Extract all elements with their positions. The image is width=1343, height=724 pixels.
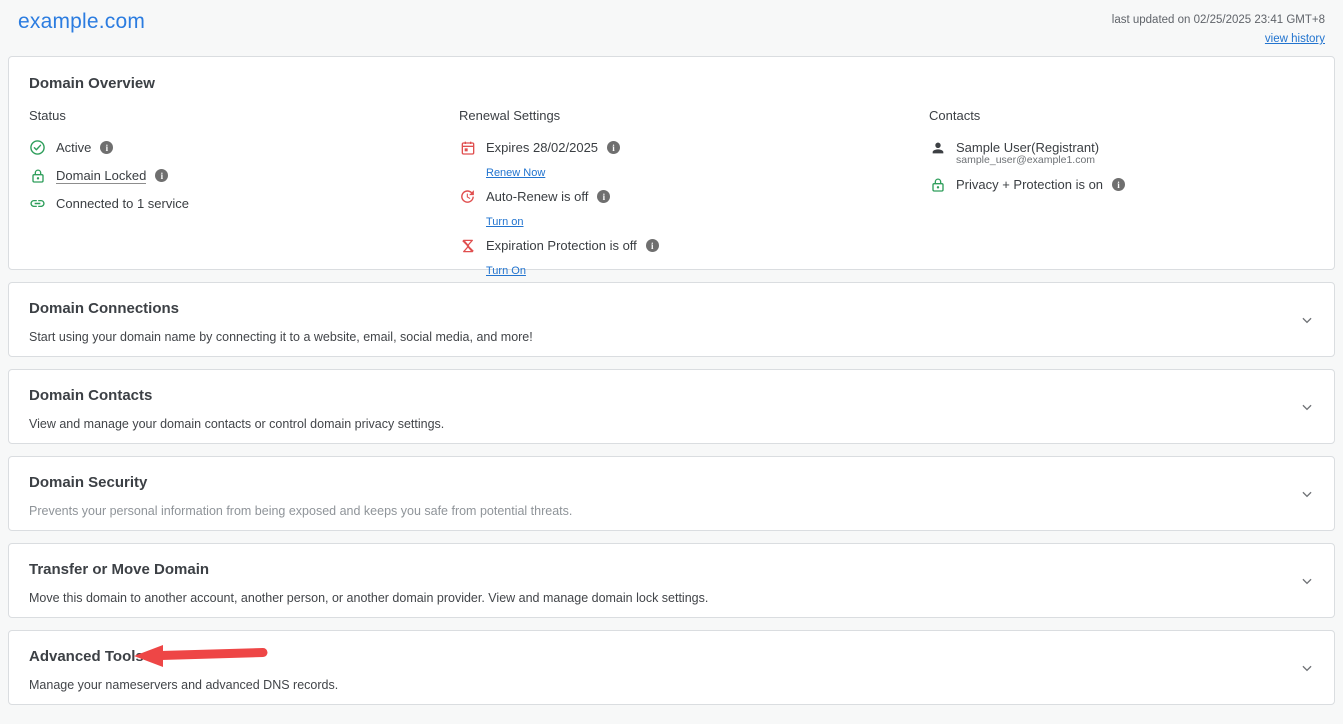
renewal-item-expiration-protection: Expiration Protection is off i — [459, 237, 929, 254]
renewal-item-expires: Expires 28/02/2025 i — [459, 139, 929, 156]
info-icon[interactable]: i — [1112, 178, 1125, 191]
person-icon — [929, 139, 946, 156]
section-description: Manage your nameservers and advanced DNS… — [29, 678, 1314, 692]
section-description: Start using your domain name by connecti… — [29, 330, 1314, 344]
link-icon — [29, 195, 46, 212]
renewal-expiration-protection-label: Expiration Protection is off — [486, 238, 637, 253]
renew-now-link[interactable]: Renew Now — [486, 167, 545, 179]
info-icon[interactable]: i — [607, 141, 620, 154]
chevron-down-icon[interactable] — [1300, 487, 1314, 501]
chevron-down-icon[interactable] — [1300, 661, 1314, 675]
status-active-label: Active — [56, 140, 91, 155]
section-description: Prevents your personal information from … — [29, 504, 1314, 518]
section-title: Domain Connections — [29, 300, 1314, 317]
registrant-email: sample_user@example1.com — [956, 154, 1314, 166]
auto-renew-icon — [459, 188, 476, 205]
section-title: Domain Security — [29, 474, 1314, 491]
contacts-column: Contacts Sample User(Registrant) sample_… — [929, 108, 1314, 286]
status-connected-label: Connected to 1 service — [56, 196, 189, 211]
renewal-expires-label: Expires 28/02/2025 — [486, 140, 598, 155]
section-domain-security[interactable]: Domain Security Prevents your personal i… — [8, 456, 1335, 531]
domain-name-title: example.com — [18, 10, 145, 56]
renewal-item-autorenew: Auto-Renew is off i — [459, 188, 929, 205]
status-item-connected: Connected to 1 service — [29, 195, 459, 212]
info-icon[interactable]: i — [155, 169, 168, 182]
section-title: Advanced Tools — [29, 648, 1314, 665]
section-description: Move this domain to another account, ano… — [29, 591, 1314, 605]
section-title: Transfer or Move Domain — [29, 561, 1314, 578]
status-item-domain-locked: Domain Locked i — [29, 167, 459, 184]
renewal-heading: Renewal Settings — [459, 108, 929, 123]
renewal-autorenew-label: Auto-Renew is off — [486, 189, 588, 204]
contact-privacy-row: Privacy + Protection is on i — [929, 176, 1314, 193]
section-title: Domain Contacts — [29, 387, 1314, 404]
hourglass-disabled-icon — [459, 237, 476, 254]
chevron-down-icon[interactable] — [1300, 313, 1314, 327]
chevron-down-icon[interactable] — [1300, 400, 1314, 414]
last-updated-text: last updated on 02/25/2025 23:41 GMT+8 — [1112, 14, 1325, 26]
turn-on-autorenew-link[interactable]: Turn on — [486, 216, 524, 228]
renewal-column: Renewal Settings Expires 28/02/2025 i Re… — [459, 108, 929, 286]
status-domain-locked-label[interactable]: Domain Locked — [56, 168, 146, 184]
lock-icon — [929, 176, 946, 193]
chevron-down-icon[interactable] — [1300, 574, 1314, 588]
page-header: example.com last updated on 02/25/2025 2… — [0, 0, 1343, 56]
domain-overview-card: Domain Overview Status Active i Domain L… — [8, 56, 1335, 270]
turn-on-expiration-link[interactable]: Turn On — [486, 265, 526, 277]
section-domain-contacts[interactable]: Domain Contacts View and manage your dom… — [8, 369, 1335, 444]
status-column: Status Active i Domain Locked i Con — [29, 108, 459, 286]
section-advanced-tools[interactable]: Advanced Tools Manage your nameservers a… — [8, 630, 1335, 705]
check-circle-icon — [29, 139, 46, 156]
calendar-icon — [459, 139, 476, 156]
lock-icon — [29, 167, 46, 184]
info-icon[interactable]: i — [597, 190, 610, 203]
section-description: View and manage your domain contacts or … — [29, 417, 1314, 431]
privacy-protection-label: Privacy + Protection is on — [956, 177, 1103, 192]
status-item-active: Active i — [29, 139, 459, 156]
overview-title: Domain Overview — [29, 75, 1314, 92]
section-domain-connections[interactable]: Domain Connections Start using your doma… — [8, 282, 1335, 357]
info-icon[interactable]: i — [646, 239, 659, 252]
section-transfer-or-move[interactable]: Transfer or Move Domain Move this domain… — [8, 543, 1335, 618]
contacts-heading: Contacts — [929, 108, 1314, 123]
status-heading: Status — [29, 108, 459, 123]
view-history-link[interactable]: view history — [1265, 33, 1325, 45]
info-icon[interactable]: i — [100, 141, 113, 154]
registrant-name: Sample User(Registrant) — [956, 140, 1099, 155]
